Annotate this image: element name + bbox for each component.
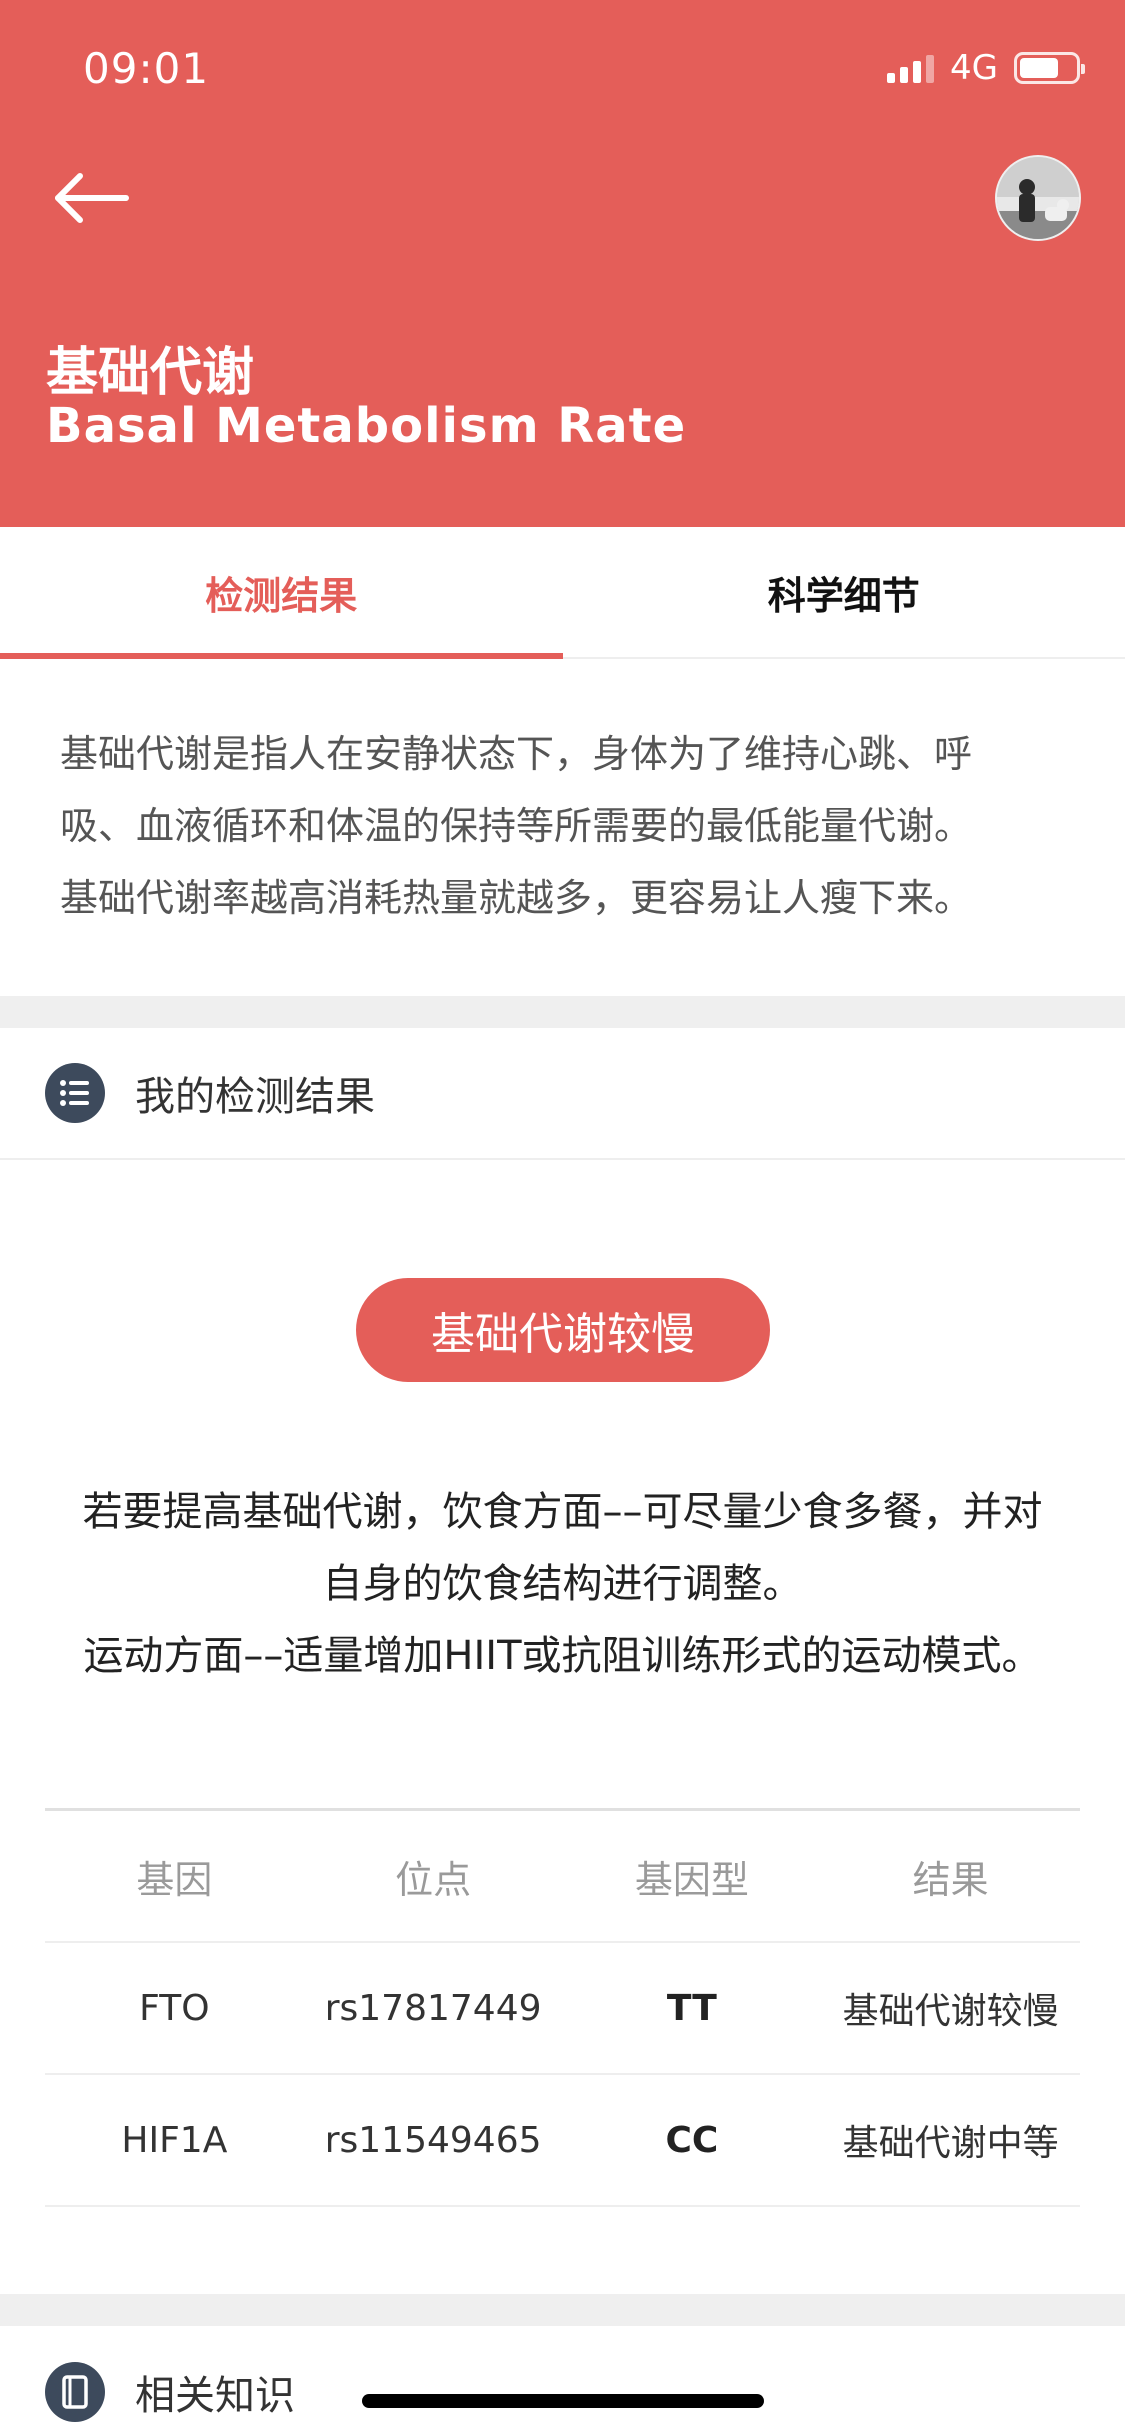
column-header-genotype: 基因型 — [634, 1857, 749, 1902]
column-header-gene: 基因 — [136, 1857, 213, 1902]
related-knowledge-label: 相关知识 — [135, 2373, 295, 2419]
section-divider — [0, 2294, 1125, 2326]
page-title: 基础代谢 — [46, 343, 255, 403]
gene-cell: FTO — [139, 1987, 210, 2029]
locus-cell: rs11549465 — [324, 2119, 542, 2161]
advice-line: 运动方面––适量增加HIIT或抗阻训练形式的运动模式。 — [83, 1633, 1042, 1679]
locus-cell: rs17817449 — [324, 1987, 542, 2029]
home-indicator[interactable] — [362, 2394, 764, 2408]
network-type: 4G — [950, 48, 998, 88]
battery-icon — [1014, 52, 1085, 84]
back-button[interactable] — [52, 168, 132, 228]
genotype-cell: TT — [666, 1987, 717, 2029]
tab-test-results[interactable]: 检测结果 — [0, 527, 563, 659]
intro-line: 吸、血液循环和体温的保持等所需要的最低能量代谢。 — [60, 804, 973, 848]
advice-line: 若要提高基础代谢，饮食方面––可尽量少食多餐，并对 — [82, 1489, 1043, 1535]
intro-line: 基础代谢是指人在安静状态下，身体为了维持心跳、呼 — [60, 732, 973, 776]
signal-icon — [887, 53, 935, 83]
avatar-photo — [997, 157, 1079, 239]
page-subtitle: Basal Metabolism Rate — [46, 398, 687, 454]
column-header-result: 结果 — [912, 1857, 989, 1902]
tab-bar: 检测结果 科学细节 — [0, 527, 1125, 659]
status-indicators: 4G — [887, 48, 1085, 88]
table-header-row: 基因 位点 基因型 结果 — [45, 1811, 1080, 1943]
result-cell: 基础代谢中等 — [842, 2123, 1059, 2164]
column-header-locus: 位点 — [395, 1857, 472, 1902]
advice-text: 若要提高基础代谢，饮食方面––可尽量少食多餐，并对 自身的饮食结构进行调整。 运… — [40, 1476, 1085, 1692]
advice-line: 自身的饮食结构进行调整。 — [322, 1561, 803, 1607]
avatar[interactable] — [995, 155, 1081, 241]
result-badge: 基础代谢较慢 — [356, 1278, 770, 1382]
genotype-cell: CC — [665, 2119, 719, 2161]
gene-cell: HIF1A — [121, 2119, 228, 2161]
intro-text: 基础代谢是指人在安静状态下，身体为了维持心跳、呼 吸、血液循环和体温的保持等所需… — [60, 718, 1070, 934]
gene-table: 基因 位点 基因型 结果 FTO rs17817449 TT 基础代谢较慢 HI… — [45, 1808, 1080, 2207]
intro-line: 基础代谢率越高消耗热量就越多，更容易让人瘦下来。 — [60, 876, 973, 920]
tab-science-details[interactable]: 科学细节 — [563, 527, 1125, 657]
my-results-label: 我的检测结果 — [135, 1074, 375, 1120]
list-icon — [45, 1063, 105, 1123]
header: 09:01 4G 基础代谢 Basal Metabolism Rate — [0, 0, 1125, 527]
related-knowledge-header[interactable]: 相关知识 — [0, 2326, 1125, 2436]
arrow-left-icon — [55, 173, 129, 223]
status-time: 09:01 — [83, 44, 210, 93]
table-row: HIF1A rs11549465 CC 基础代谢中等 — [45, 2075, 1080, 2207]
my-results-header: 我的检测结果 — [0, 1028, 1125, 1160]
book-icon — [45, 2362, 105, 2422]
result-cell: 基础代谢较慢 — [842, 1991, 1059, 2032]
table-row: FTO rs17817449 TT 基础代谢较慢 — [45, 1943, 1080, 2075]
section-divider — [0, 996, 1125, 1028]
